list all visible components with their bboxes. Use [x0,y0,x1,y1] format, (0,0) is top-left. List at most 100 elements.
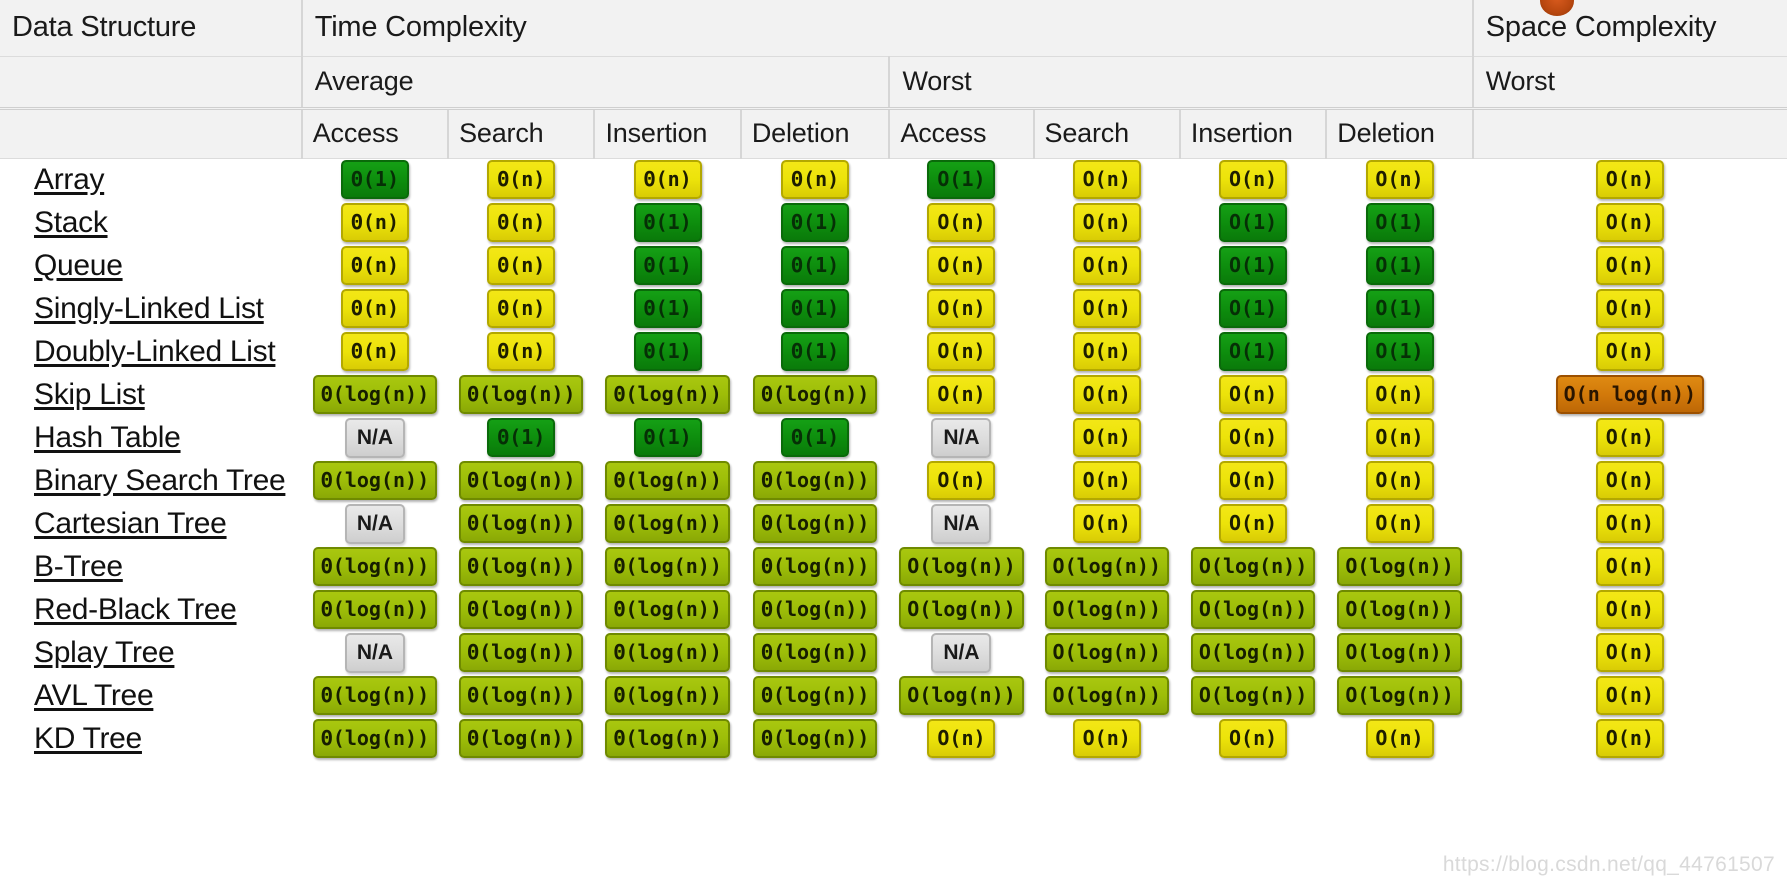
table-row: AVL TreeΘ(log(n))Θ(log(n))Θ(log(n))Θ(log… [0,674,1787,717]
complexity-badge: O(n) [1219,375,1287,414]
complexity-cell: Θ(n) [302,244,448,287]
complexity-badge: Θ(log(n)) [605,461,729,500]
data-structure-link[interactable]: KD Tree [0,717,302,760]
complexity-cell: O(n) [889,244,1033,287]
complexity-badge: Θ(n) [341,289,409,328]
header-worst-search: Search [1034,108,1180,158]
complexity-cell: O(log(n)) [1034,674,1180,717]
complexity-cell: O(n) [1034,416,1180,459]
complexity-badge: Θ(1) [634,332,702,371]
complexity-badge: Θ(log(n)) [459,590,583,629]
complexity-cell: O(log(n)) [889,674,1033,717]
header-worst-insertion: Insertion [1180,108,1326,158]
complexity-badge: Θ(1) [634,246,702,285]
complexity-cell: Θ(log(n)) [741,631,890,674]
complexity-cell: O(n) [1180,502,1326,545]
complexity-badge: Θ(log(n)) [605,504,729,543]
complexity-cell: O(1) [1326,287,1472,330]
data-structure-link[interactable]: Splay Tree [0,631,302,674]
complexity-badge: O(1) [1219,332,1287,371]
complexity-badge: Θ(1) [781,332,849,371]
complexity-badge: O(n) [927,332,995,371]
complexity-badge: Θ(log(n)) [313,375,437,414]
complexity-badge: N/A [931,504,991,544]
complexity-cell: Θ(1) [448,416,594,459]
complexity-cell: O(n) [1473,459,1787,502]
complexity-cell: Θ(log(n)) [302,674,448,717]
complexity-badge: O(n) [927,461,995,500]
complexity-badge: Θ(n) [341,246,409,285]
complexity-badge: N/A [345,633,405,673]
data-structure-link[interactable]: Binary Search Tree [0,459,302,502]
data-structure-link[interactable]: Array [0,158,302,201]
complexity-badge: O(n log(n)) [1556,375,1704,414]
complexity-cell: Θ(n) [448,158,594,201]
complexity-badge: Θ(log(n)) [753,547,877,586]
complexity-cell: N/A [302,502,448,545]
complexity-cell: Θ(n) [594,158,740,201]
complexity-cell: O(n) [1034,717,1180,760]
table-row: KD TreeΘ(log(n))Θ(log(n))Θ(log(n))Θ(log(… [0,717,1787,760]
table-row: Red-Black Tree Θ(log(n)) Θ(log(n)) Θ(log(n)… [0,588,1787,631]
complexity-cell: O(n) [1326,416,1472,459]
header-time-complexity: Time Complexity [302,0,1473,56]
complexity-cell: Θ(n) [448,244,594,287]
complexity-cell: Θ(log(n)) [594,373,740,416]
complexity-badge: O(n) [1073,418,1141,457]
complexity-cell: Θ(1) [594,201,740,244]
data-structure-link[interactable]: Skip List [0,373,302,416]
complexity-cell: O(n) [1034,244,1180,287]
data-structure-link[interactable]: Singly-Linked List [0,287,302,330]
complexity-badge: O(1) [1219,203,1287,242]
table-row: Binary Search TreeΘ(log(n))Θ(log(n))Θ(lo… [0,459,1787,502]
complexity-cell: Θ(log(n)) [594,588,740,631]
header-avg-search: Search [448,108,594,158]
complexity-cell: O(n) [1473,330,1787,373]
table-row: Singly-Linked ListΘ(n)Θ(n)Θ(1)Θ(1)O(n)O(… [0,287,1787,330]
complexity-badge: Θ(1) [634,203,702,242]
complexity-badge: Θ(log(n)) [605,590,729,629]
complexity-cell: Θ(1) [741,287,890,330]
complexity-badge: O(n) [1596,289,1664,328]
header-spacer-left-2 [0,108,302,158]
complexity-badge: O(n) [1366,504,1434,543]
table-row: Hash TableN/AΘ(1)Θ(1)Θ(1)N/AO(n)O(n)O(n)… [0,416,1787,459]
complexity-cell: O(n) [1180,459,1326,502]
complexity-cell: O(log(n)) [1326,674,1472,717]
complexity-cell: Θ(log(n)) [594,674,740,717]
table-body: ArrayΘ(1)Θ(n)Θ(n)Θ(n)O(1)O(n)O(n)O(n)O(n… [0,158,1787,760]
data-structure-link[interactable]: Cartesian Tree [0,502,302,545]
complexity-badge: N/A [345,504,405,544]
complexity-badge: O(1) [1219,246,1287,285]
data-structure-link[interactable]: Doubly-Linked List [0,330,302,373]
complexity-cell: Θ(log(n)) [741,373,890,416]
data-structure-link[interactable]: Queue [0,244,302,287]
complexity-cell: O(n) [889,330,1033,373]
complexity-badge: Θ(n) [487,160,555,199]
complexity-cell: O(n) [1180,373,1326,416]
complexity-badge: O(n) [1219,160,1287,199]
complexity-cell: Θ(n) [302,287,448,330]
complexity-badge: Θ(log(n)) [313,547,437,586]
complexity-cell: Θ(log(n)) [594,459,740,502]
complexity-cell: O(n) [1326,158,1472,201]
complexity-cell: Θ(1) [741,201,890,244]
complexity-cell: O(n) [1034,287,1180,330]
data-structure-link[interactable]: Red-Black Tree [0,588,302,631]
complexity-badge: Θ(log(n)) [753,375,877,414]
complexity-badge: Θ(n) [487,246,555,285]
complexity-badge: O(1) [1366,289,1434,328]
complexity-badge: O(1) [927,160,995,199]
data-structure-link[interactable]: Hash Table [0,416,302,459]
complexity-cell: Θ(1) [594,244,740,287]
complexity-cell: Θ(1) [594,287,740,330]
complexity-badge: Θ(1) [781,246,849,285]
complexity-badge: O(n) [1073,504,1141,543]
data-structure-link[interactable]: Stack [0,201,302,244]
data-structure-link[interactable]: B-Tree [0,545,302,588]
data-structure-link[interactable]: AVL Tree [0,674,302,717]
complexity-cell: Θ(log(n)) [741,588,890,631]
complexity-badge: Θ(1) [634,289,702,328]
complexity-badge: O(log(n)) [1191,633,1315,672]
complexity-cell: Θ(log(n)) [302,373,448,416]
